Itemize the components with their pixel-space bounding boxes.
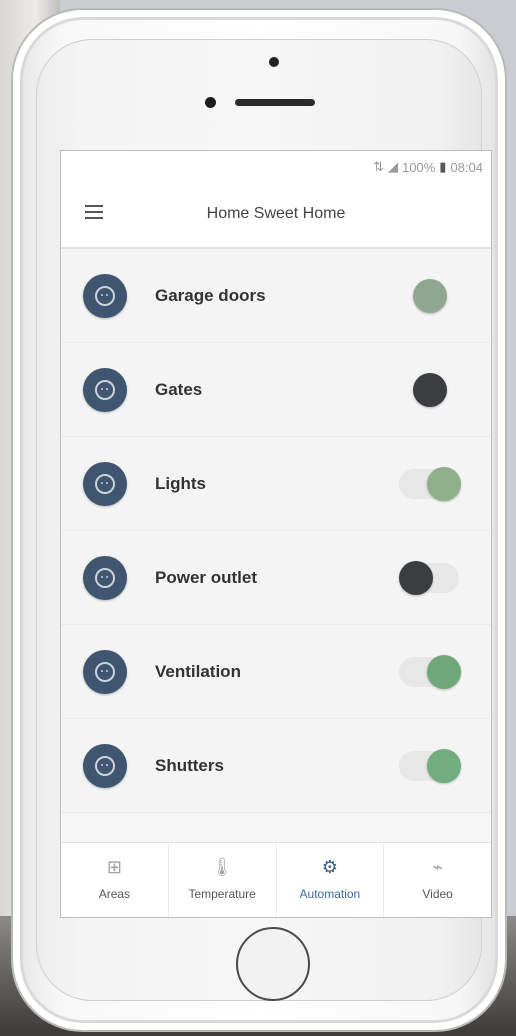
bottom-tab-bar: ⊞ Areas 🌡 Temperature ⚙ Automation ⌁ Video xyxy=(61,842,491,917)
toggle-knob xyxy=(427,655,461,689)
device-row[interactable]: Gates xyxy=(61,343,491,437)
phone-frame: ⇅ ◢ 100% ▮ 08:04 Home Sweet Home Garage … xyxy=(13,10,505,1030)
device-toggle[interactable] xyxy=(399,749,461,783)
device-label: Power outlet xyxy=(155,568,258,587)
device-row[interactable]: Garage doors xyxy=(61,249,491,343)
tab-automation[interactable]: ⚙ Automation xyxy=(277,843,385,917)
page-title: Home Sweet Home xyxy=(206,205,346,222)
device-icon xyxy=(83,744,127,788)
tab-label: Video xyxy=(422,887,453,901)
status-indicators: ⇅ ◢ 100% ▮ 08:04 xyxy=(373,159,483,175)
device-list: Garage doors Gates Lights Power outlet Venti… xyxy=(61,249,491,813)
device-icon xyxy=(83,368,127,412)
app-bar: Home Sweet Home xyxy=(61,181,491,249)
toggle-knob xyxy=(427,749,461,783)
device-toggle[interactable] xyxy=(399,467,461,501)
device-toggle[interactable] xyxy=(399,373,461,407)
device-icon xyxy=(83,556,127,600)
automation-icon: ⚙ xyxy=(321,857,338,877)
status-bar: ⇅ ◢ 100% ▮ 08:04 xyxy=(61,151,491,181)
earpiece-speaker xyxy=(235,99,315,106)
tab-label: Temperature xyxy=(188,887,256,901)
device-toggle[interactable] xyxy=(399,561,461,595)
app-screen: ⇅ ◢ 100% ▮ 08:04 Home Sweet Home Garage … xyxy=(60,150,492,918)
device-toggle[interactable] xyxy=(399,655,461,689)
device-label: Shutters xyxy=(155,756,224,775)
device-icon xyxy=(83,274,127,318)
signal-icon: ◢ xyxy=(388,159,399,174)
network-icon: ⇅ xyxy=(373,159,385,174)
toggle-knob xyxy=(413,279,447,313)
tab-label: Automation xyxy=(299,887,361,901)
home-button[interactable] xyxy=(236,927,310,1001)
tab-label: Areas xyxy=(98,887,131,901)
device-label: Lights xyxy=(155,474,206,493)
device-row[interactable]: Power outlet xyxy=(61,531,491,625)
device-row[interactable]: Ventilation xyxy=(61,625,491,719)
tab-video[interactable]: ⌁ Video xyxy=(384,843,491,917)
toggle-knob xyxy=(399,561,433,595)
battery-icon: ▮ xyxy=(439,159,447,174)
clock: 08:04 xyxy=(450,159,483,175)
thermometer-icon: 🌡 xyxy=(210,857,234,877)
toggle-knob xyxy=(413,373,447,407)
tab-temperature[interactable]: 🌡 Temperature xyxy=(169,843,277,917)
tab-areas[interactable]: ⊞ Areas xyxy=(61,843,169,917)
device-label: Garage doors xyxy=(155,286,266,305)
device-icon xyxy=(83,462,127,506)
grid-icon: ⊞ xyxy=(106,857,122,877)
video-camera-icon: ⌁ xyxy=(432,857,444,877)
device-row[interactable]: Lights xyxy=(61,437,491,531)
device-label: Ventilation xyxy=(155,662,241,681)
battery-percent: 100% xyxy=(402,159,436,175)
device-icon xyxy=(83,650,127,694)
camera-icon xyxy=(269,57,279,67)
front-sensor-icon xyxy=(205,97,216,108)
device-toggle[interactable] xyxy=(399,279,461,313)
device-row[interactable]: Shutters xyxy=(61,719,491,813)
device-label: Gates xyxy=(155,380,203,399)
toggle-knob xyxy=(427,467,461,501)
